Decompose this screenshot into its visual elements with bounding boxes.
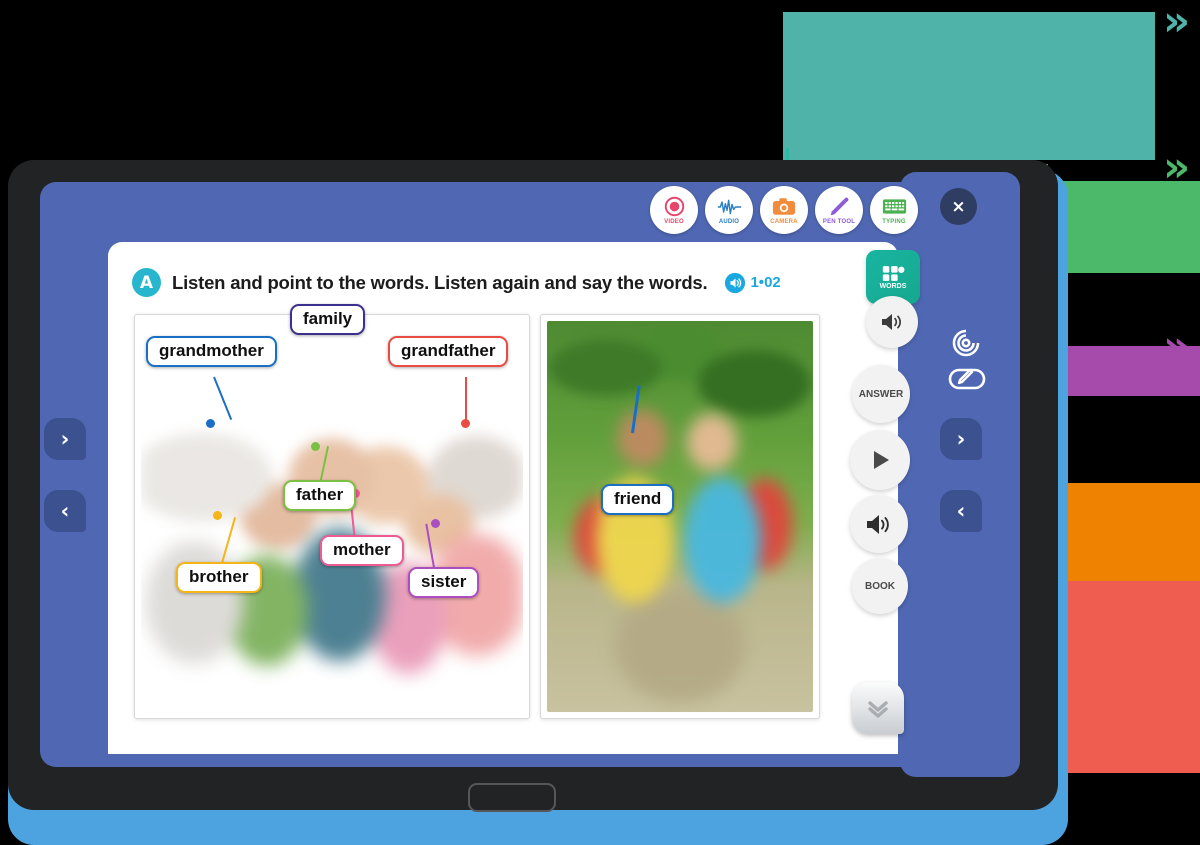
friend-photo-card xyxy=(540,314,820,719)
waveform-icon xyxy=(717,196,742,218)
word-bubble-family[interactable]: family xyxy=(290,304,366,335)
side-tool-speaker[interactable] xyxy=(850,495,908,553)
word-bubble-mother[interactable]: mother xyxy=(320,535,404,566)
nav-prev-left[interactable]: ‹ xyxy=(44,490,86,532)
tool-audio-label: AUDIO xyxy=(718,218,740,225)
word-bubble-sister[interactable]: sister xyxy=(408,567,480,598)
audio-track-number: 1•02 xyxy=(750,274,781,291)
instruction-text: Listen and point to the words. Listen ag… xyxy=(172,271,708,293)
screenshot-root: » » » » » VIDEO AUDIO CAMERA PEN TOOL TY… xyxy=(0,0,1200,845)
nav-next-left[interactable]: › xyxy=(44,418,86,460)
speaker-small-icon xyxy=(882,314,901,330)
target-spiral-icon[interactable] xyxy=(948,326,984,365)
side-tool-book-label: BOOK xyxy=(865,580,895,592)
speaker-icon xyxy=(725,272,746,293)
words-blocks-icon xyxy=(882,265,905,281)
tool-video-label: VIDEO xyxy=(664,218,684,225)
friend-photo-image xyxy=(547,321,813,712)
side-tool-answer-label: ANSWER xyxy=(858,388,904,400)
side-tool-words-label: WORDS xyxy=(879,282,907,290)
word-bubble-grandfather[interactable]: grandfather xyxy=(388,336,509,367)
chevron-double-down-icon xyxy=(868,701,888,718)
leader-line-grandfather xyxy=(465,377,467,423)
leader-dot-father xyxy=(311,442,320,451)
pencil-icon xyxy=(828,196,850,218)
tool-audio[interactable]: AUDIO xyxy=(705,186,753,234)
play-icon xyxy=(874,451,889,469)
exercise-letter-badge: A xyxy=(132,268,161,297)
video-record-icon xyxy=(664,196,685,218)
leader-dot-grandmother xyxy=(206,419,215,428)
tool-typing[interactable]: TYPING xyxy=(870,186,918,234)
green-callout-chevron: » xyxy=(1163,142,1190,191)
leader-dot-brother xyxy=(213,511,222,520)
tool-camera[interactable]: CAMERA xyxy=(760,186,808,234)
eraser-pencil-icon[interactable] xyxy=(948,364,986,399)
tool-typing-label: TYPING xyxy=(882,218,906,225)
purple-callout-chevron: » xyxy=(1163,321,1190,370)
tool-pen-label: PEN TOOL xyxy=(822,218,856,225)
side-tool-play[interactable] xyxy=(850,430,910,490)
red-callout-chevron: » xyxy=(1163,736,1190,785)
keyboard-icon xyxy=(882,196,907,218)
nav-next-right[interactable]: › xyxy=(940,418,982,460)
teal-callout-chevron: » xyxy=(1163,0,1190,45)
audio-track-chip[interactable]: 1•02 xyxy=(724,272,781,294)
word-bubble-friend[interactable]: friend xyxy=(601,484,675,515)
instruction-row: A Listen and point to the words. Listen … xyxy=(132,268,781,297)
word-bubble-brother[interactable]: brother xyxy=(176,562,262,593)
tool-video[interactable]: VIDEO xyxy=(650,186,698,234)
word-bubble-father[interactable]: father xyxy=(283,480,357,511)
tool-pen[interactable]: PEN TOOL xyxy=(815,186,863,234)
side-tool-book[interactable]: BOOK xyxy=(852,558,908,614)
close-button[interactable]: × xyxy=(940,188,977,225)
side-tool-speaker-small[interactable] xyxy=(866,296,918,348)
camera-icon xyxy=(772,196,796,218)
speaker-icon xyxy=(867,514,889,534)
leader-dot-grandfather xyxy=(461,419,470,428)
tool-camera-label: CAMERA xyxy=(770,218,798,225)
word-bubble-grandmother[interactable]: grandmother xyxy=(146,336,277,367)
tablet-home-button[interactable] xyxy=(468,783,556,812)
side-tool-answer[interactable]: ANSWER xyxy=(852,365,910,423)
lesson-page: A Listen and point to the words. Listen … xyxy=(108,242,898,754)
leader-dot-sister xyxy=(431,519,440,528)
teal-callout-block xyxy=(783,12,1155,160)
nav-prev-right[interactable]: ‹ xyxy=(940,490,982,532)
expand-button[interactable] xyxy=(852,682,904,734)
top-toolbar: VIDEO AUDIO CAMERA PEN TOOL TYPING xyxy=(650,186,918,234)
family-photo-card xyxy=(134,314,530,719)
